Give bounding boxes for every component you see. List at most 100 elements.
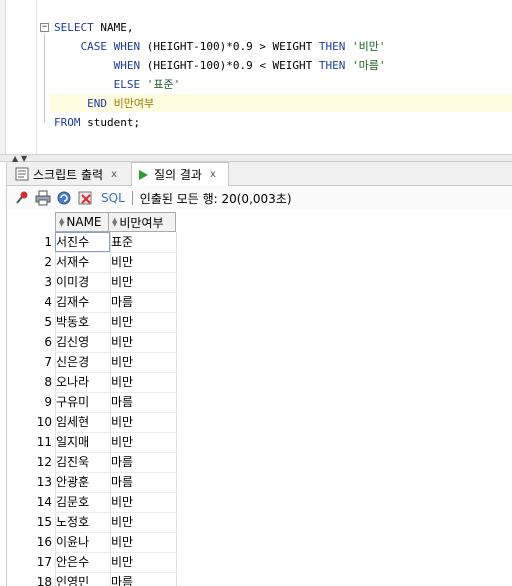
- name-cell[interactable]: 인영민: [56, 572, 110, 586]
- table-row[interactable]: 1 서진수 표준: [7, 232, 177, 252]
- table-row[interactable]: 5 박동호 비만: [7, 312, 177, 332]
- table-row[interactable]: 17 안은수 비만: [7, 552, 177, 572]
- code-token: THEN: [318, 40, 346, 53]
- obesity-cell[interactable]: 비만: [111, 332, 178, 352]
- toolbar-separator: [131, 191, 133, 205]
- obesity-cell[interactable]: 비만: [111, 252, 178, 272]
- row-number: 7: [44, 355, 52, 369]
- fetch-status: 인출된 모든 행: 20(0,003초): [139, 191, 292, 206]
- name-cell[interactable]: 노정호: [56, 512, 110, 532]
- table-row[interactable]: 7 신은경 비만: [7, 352, 177, 372]
- table-row[interactable]: 14 김문호 비만: [7, 492, 177, 512]
- name-cell[interactable]: 안광훈: [56, 472, 110, 492]
- name-cell[interactable]: 박동호: [56, 312, 110, 332]
- tab-script-output-label: 스크립트 출력: [33, 167, 104, 182]
- code-token: '마름': [345, 59, 386, 72]
- table-row[interactable]: 12 김진욱 마름: [7, 452, 177, 472]
- row-number: 4: [44, 295, 52, 309]
- name-cell[interactable]: 오나라: [56, 372, 110, 392]
- sort-icon: ▲ ▼: [112, 216, 118, 228]
- obesity-cell[interactable]: 마름: [111, 292, 178, 312]
- name-cell[interactable]: 구유미: [56, 392, 110, 412]
- close-icon[interactable]: x: [210, 169, 216, 180]
- sql-link[interactable]: SQL: [101, 191, 125, 205]
- row-number: 8: [44, 375, 52, 389]
- row-number: 9: [44, 395, 52, 409]
- name-cell[interactable]: 일지매: [56, 432, 110, 452]
- obesity-cell[interactable]: 비만: [111, 312, 178, 332]
- obesity-cell[interactable]: 비만: [111, 352, 178, 372]
- name-cell[interactable]: 서재수: [56, 252, 110, 272]
- table-row[interactable]: 6 김신영 비만: [7, 332, 177, 352]
- editor-gutter: [36, 0, 37, 154]
- code-token: 비만여부: [107, 97, 155, 110]
- table-row[interactable]: 4 김재수 마름: [7, 292, 177, 312]
- obesity-cell[interactable]: 비만: [111, 372, 178, 392]
- table-row[interactable]: 16 이윤나 비만: [7, 532, 177, 552]
- column-header-obesity[interactable]: ▲ ▼ 비만여부: [109, 212, 176, 232]
- code-line: END 비만여부: [54, 97, 154, 110]
- tab-query-result[interactable]: 질의 결과 x: [131, 162, 229, 186]
- fold-toggle-icon[interactable]: −: [40, 23, 49, 32]
- tab-script-output[interactable]: 스크립트 출력 x: [11, 162, 129, 186]
- obesity-cell[interactable]: 비만: [111, 492, 178, 512]
- obesity-cell[interactable]: 표준: [111, 232, 178, 252]
- table-row[interactable]: 15 노정호 비만: [7, 512, 177, 532]
- result-grid[interactable]: ▲ ▼ NAME ▲ ▼ 비만여부 1 서진수 표준 2 서재수 비만 3 이미경 비만 4 김재수 마름…: [7, 212, 512, 586]
- name-cell[interactable]: 이윤나: [56, 532, 110, 552]
- table-row[interactable]: 18 인영민 마름: [7, 572, 177, 586]
- code-line: CASE WHEN (HEIGHT-100)*0.9 > WEIGHT THEN…: [54, 40, 386, 53]
- print-icon: [35, 190, 51, 206]
- table-row[interactable]: 13 안광훈 마름: [7, 472, 177, 492]
- row-number: 1: [44, 235, 52, 249]
- name-cell[interactable]: 김진욱: [56, 452, 110, 472]
- code-token: FROM: [54, 116, 81, 129]
- name-cell[interactable]: 이미경: [56, 272, 110, 292]
- code-line: WHEN (HEIGHT-100)*0.9 < WEIGHT THEN '마름': [54, 59, 386, 72]
- name-cell[interactable]: 임세현: [56, 412, 110, 432]
- code-token: (HEIGHT-100)*0.9 < WEIGHT: [140, 59, 319, 72]
- table-row[interactable]: 3 이미경 비만: [7, 272, 177, 292]
- refresh-button[interactable]: [55, 189, 73, 207]
- obesity-cell[interactable]: 비만: [111, 532, 178, 552]
- table-row[interactable]: 11 일지매 비만: [7, 432, 177, 452]
- name-cell[interactable]: 김재수: [56, 292, 110, 312]
- tab-query-result-label: 질의 결과: [154, 168, 202, 182]
- name-cell[interactable]: 안은수: [56, 552, 110, 572]
- obesity-cell[interactable]: 비만: [111, 272, 178, 292]
- row-number: 16: [36, 535, 52, 549]
- row-number: 5: [44, 315, 52, 329]
- table-row[interactable]: 10 임세현 비만: [7, 412, 177, 432]
- code-token: '비만': [345, 40, 386, 53]
- code-line: ELSE '표준': [54, 78, 181, 91]
- print-button[interactable]: [34, 189, 52, 207]
- pane-splitter[interactable]: ▲ ▼: [0, 154, 512, 163]
- code-token: student;: [80, 116, 141, 129]
- obesity-cell[interactable]: 비만: [111, 512, 178, 532]
- code-token: NAME,: [93, 21, 134, 34]
- table-row[interactable]: 2 서재수 비만: [7, 252, 177, 272]
- obesity-cell[interactable]: 마름: [111, 572, 178, 586]
- name-cell[interactable]: 김신영: [56, 332, 110, 352]
- result-toolbar: SQL 인출된 모든 행: 20(0,003초): [7, 186, 512, 210]
- sql-editor[interactable]: − SELECT NAME, CASE WHEN (HEIGHT-100)*0.…: [0, 0, 512, 154]
- name-cell[interactable]: 서진수: [56, 232, 110, 252]
- row-number: 3: [44, 275, 52, 289]
- table-row[interactable]: 8 오나라 비만: [7, 372, 177, 392]
- close-icon[interactable]: x: [111, 169, 117, 180]
- obesity-cell[interactable]: 마름: [111, 472, 178, 492]
- code-token: WHEN: [113, 59, 141, 72]
- cancel-query-button[interactable]: [76, 189, 94, 207]
- obesity-cell[interactable]: 비만: [111, 552, 178, 572]
- obesity-cell[interactable]: 마름: [111, 452, 178, 472]
- obesity-cell[interactable]: 비만: [111, 432, 178, 452]
- pin-button[interactable]: [13, 189, 31, 207]
- code-line: SELECT NAME,: [54, 21, 134, 34]
- name-cell[interactable]: 신은경: [56, 352, 110, 372]
- column-header-name[interactable]: ▲ ▼ NAME: [55, 212, 109, 232]
- name-cell[interactable]: 김문호: [56, 492, 110, 512]
- obesity-cell[interactable]: 비만: [111, 412, 178, 432]
- obesity-cell[interactable]: 마름: [111, 392, 178, 412]
- fold-guide: [44, 33, 45, 123]
- table-row[interactable]: 9 구유미 마름: [7, 392, 177, 412]
